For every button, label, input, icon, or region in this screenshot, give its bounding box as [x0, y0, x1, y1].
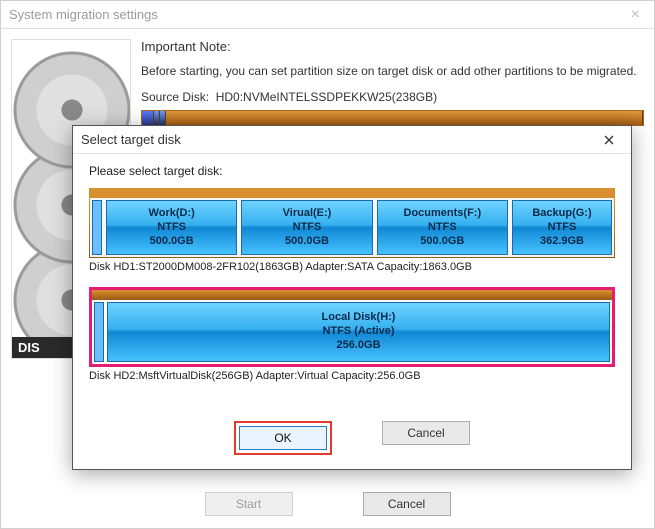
close-icon[interactable]: ×: [625, 6, 646, 24]
modal-prompt: Please select target disk:: [89, 164, 615, 178]
parent-footer: Start Cancel: [1, 492, 654, 516]
partition-unlabeled[interactable]: [94, 302, 104, 361]
partition-fs: NTFS: [244, 221, 369, 235]
close-icon[interactable]: [595, 129, 623, 151]
partition-name: Backup(G:): [515, 207, 609, 221]
partition-size: 500.0GB: [244, 235, 369, 249]
partition-fs: NTFS: [515, 221, 609, 235]
partition-size: 256.0GB: [110, 339, 607, 353]
parent-titlebar: System migration settings ×: [1, 1, 654, 29]
source-seg: [142, 111, 154, 125]
important-note-title: Important Note:: [141, 39, 644, 54]
partition-local-disk-h[interactable]: Local Disk(H:) NTFS (Active) 256.0GB: [107, 302, 610, 361]
important-note-body: Before starting, you can set partition s…: [141, 64, 644, 78]
partition-name: Local Disk(H:): [110, 311, 607, 325]
parent-title: System migration settings: [9, 7, 158, 22]
partition-work-d[interactable]: Work(D:) NTFS 500.0GB: [106, 200, 237, 255]
ok-button[interactable]: OK: [239, 426, 327, 450]
target-disk-1[interactable]: Work(D:) NTFS 500.0GB Virual(E:) NTFS 50…: [89, 188, 615, 258]
partition-fs: NTFS: [380, 221, 505, 235]
disk2-header-bar: [92, 290, 612, 300]
modal-cancel-button[interactable]: Cancel: [382, 421, 470, 445]
parent-cancel-button[interactable]: Cancel: [363, 492, 451, 516]
select-target-disk-dialog: Select target disk Please select target …: [72, 125, 632, 470]
partition-size: 362.9GB: [515, 235, 609, 249]
modal-titlebar: Select target disk: [73, 126, 631, 154]
partition-size: 500.0GB: [380, 235, 505, 249]
source-disk-bar: [141, 110, 644, 126]
source-disk-value: HD0:NVMeINTELSSDPEKKW25(238GB): [216, 90, 437, 104]
partition-backup-g[interactable]: Backup(G:) NTFS 362.9GB: [512, 200, 612, 255]
partition-size: 500.0GB: [109, 235, 234, 249]
partition-unlabeled[interactable]: [92, 200, 102, 255]
partition-name: Documents(F:): [380, 207, 505, 221]
start-button: Start: [205, 492, 293, 516]
source-disk-label: Source Disk:: [141, 90, 209, 104]
partition-name: Virual(E:): [244, 207, 369, 221]
partition-documents-f[interactable]: Documents(F:) NTFS 500.0GB: [377, 200, 508, 255]
disk1-info: Disk HD1:ST2000DM008-2FR102(1863GB) Adap…: [89, 261, 615, 273]
target-disk-2-selected[interactable]: Local Disk(H:) NTFS (Active) 256.0GB: [89, 287, 615, 366]
partition-name: Work(D:): [109, 207, 234, 221]
source-seg: [166, 111, 643, 125]
partition-virual-e[interactable]: Virual(E:) NTFS 500.0GB: [241, 200, 372, 255]
ok-highlight: OK: [234, 421, 332, 455]
source-disk-line: Source Disk: HD0:NVMeINTELSSDPEKKW25(238…: [141, 90, 644, 104]
disk2-info: Disk HD2:MsftVirtualDisk(256GB) Adapter:…: [89, 370, 615, 382]
partition-fs: NTFS: [109, 221, 234, 235]
modal-footer: OK Cancel: [73, 421, 631, 455]
partition-fs: NTFS (Active): [110, 325, 607, 339]
modal-title: Select target disk: [81, 132, 181, 147]
